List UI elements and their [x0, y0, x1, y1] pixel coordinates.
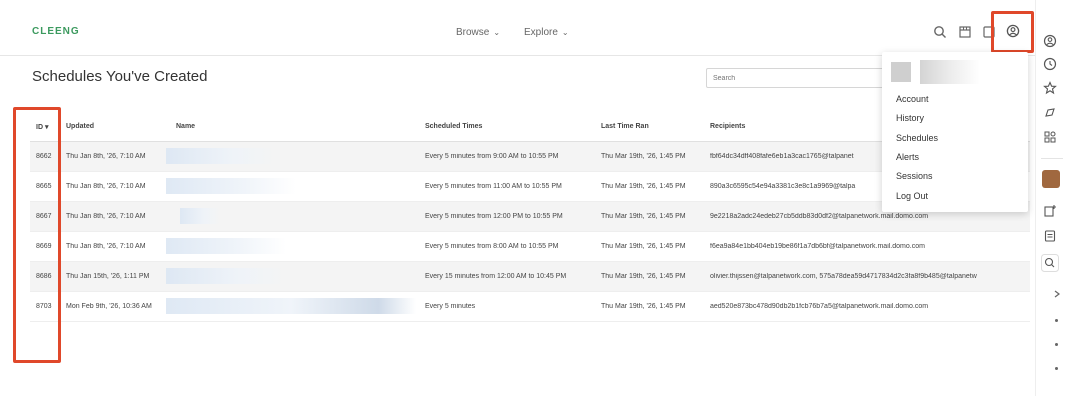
table-header: ID ▾ Updated Name Scheduled Times Last T… [30, 110, 1030, 142]
nav-explore[interactable]: Explore ⌄ [524, 27, 569, 38]
cell-updated: Mon Feb 9th, '26, 10:36 AM [66, 303, 152, 310]
cell-scheduled-times: Every 5 minutes from 12:00 PM to 10:55 P… [425, 213, 563, 220]
cell-scheduled-times: Every 5 minutes from 11:00 AM to 10:55 P… [425, 183, 562, 190]
star-icon[interactable] [1043, 81, 1057, 95]
cell-recipients: 9e2218a2adc24edeb27cb5ddb83d0df2@talpane… [710, 213, 929, 220]
cell-scheduled-times: Every 15 minutes from 12:00 AM to 10:45 … [425, 273, 567, 280]
top-bar: CLEENG Browse ⌄ Explore ⌄ [0, 0, 1035, 56]
column-header-scheduled-times[interactable]: Scheduled Times [425, 123, 482, 130]
menu-item-log-out[interactable]: Log Out [896, 191, 928, 201]
column-header-recipients[interactable]: Recipients [710, 123, 745, 130]
divider [1041, 158, 1063, 159]
cell-last-time-ran: Thu Mar 19th, '26, 1:45 PM [601, 303, 686, 310]
apps-icon[interactable] [1043, 130, 1057, 144]
menu-item-account[interactable]: Account [896, 94, 929, 104]
chevron-down-icon: ⌄ [493, 28, 501, 37]
cell-last-time-ran: Thu Mar 19th, '26, 1:45 PM [601, 153, 686, 160]
column-header-updated[interactable]: Updated [66, 123, 94, 130]
cell-recipients: f6ea9a84e1bb404eb19be86f1a7db6bf@talpane… [710, 243, 925, 250]
add-note-icon[interactable] [1043, 204, 1057, 218]
page-title: Schedules You've Created [32, 68, 208, 85]
clipboard-icon[interactable] [1043, 229, 1057, 243]
compass-icon[interactable] [1043, 106, 1057, 120]
dot [1055, 319, 1058, 322]
profile-dropdown-menu: Account History Schedules Alerts Session… [882, 52, 1028, 212]
cell-recipients: olivier.thijssen@talpanetwork.com, 575a7… [710, 273, 977, 280]
menu-item-schedules[interactable]: Schedules [896, 133, 938, 143]
table-row[interactable]: 8703 Mon Feb 9th, '26, 10:36 AM Every 5 … [30, 292, 1030, 322]
cell-last-time-ran: Thu Mar 19th, '26, 1:45 PM [601, 213, 686, 220]
chevron-down-icon: ⌄ [561, 28, 569, 37]
avatar [891, 62, 911, 82]
redacted-name [166, 238, 286, 254]
cell-recipients: fbf64dc34dff408fafe6eb1a3cac1765@talpane… [710, 153, 854, 160]
table-row[interactable]: 8669 Thu Jan 8th, '26, 7:10 AM Every 5 m… [30, 232, 1030, 262]
redacted-name [166, 178, 296, 194]
cell-last-time-ran: Thu Mar 19th, '26, 1:45 PM [601, 243, 686, 250]
logo[interactable]: CLEENG [32, 26, 80, 37]
table-row[interactable]: 8686 Thu Jan 15th, '26, 1:11 PM Every 15… [30, 262, 1030, 292]
search-icon[interactable] [1041, 254, 1059, 272]
dot [1055, 367, 1058, 370]
table-row[interactable]: 8667 Thu Jan 8th, '26, 7:10 AM Every 5 m… [30, 202, 1030, 232]
cell-last-time-ran: Thu Mar 19th, '26, 1:45 PM [601, 273, 686, 280]
cell-updated: Thu Jan 15th, '26, 1:11 PM [66, 273, 150, 280]
cell-last-time-ran: Thu Mar 19th, '26, 1:45 PM [601, 183, 686, 190]
avatar[interactable] [1042, 170, 1060, 188]
id-column-highlight-box [13, 107, 61, 363]
clock-icon[interactable] [1043, 57, 1057, 71]
menu-item-alerts[interactable]: Alerts [896, 152, 919, 162]
chevron-right-icon[interactable] [1052, 289, 1062, 299]
cell-recipients: 890a3c6595c54e94a3381c3e8c1a9969@talpa [710, 183, 856, 190]
dot [1055, 343, 1058, 346]
cell-updated: Thu Jan 8th, '26, 7:10 AM [66, 153, 146, 160]
table-row[interactable]: 8665 Thu Jan 8th, '26, 7:10 AM Every 5 m… [30, 172, 1030, 202]
search-icon[interactable] [933, 25, 947, 39]
menu-item-sessions[interactable]: Sessions [896, 171, 933, 181]
nav-browse[interactable]: Browse ⌄ [456, 27, 500, 38]
nav-explore-label: Explore [524, 27, 558, 38]
menu-item-history[interactable]: History [896, 113, 924, 123]
redacted-name [166, 148, 276, 164]
profile-highlight-box [991, 11, 1034, 53]
right-rail [1035, 0, 1077, 396]
nav-browse-label: Browse [456, 27, 490, 38]
redacted-name [166, 268, 286, 284]
column-header-name[interactable]: Name [176, 123, 195, 130]
cell-updated: Thu Jan 8th, '26, 7:10 AM [66, 213, 146, 220]
cell-scheduled-times: Every 5 minutes from 8:00 AM to 10:55 PM [425, 243, 559, 250]
cell-updated: Thu Jan 8th, '26, 7:10 AM [66, 183, 146, 190]
redacted-name [180, 208, 220, 224]
table-row[interactable]: 8662 Thu Jan 8th, '26, 7:10 AM Every 5 m… [30, 142, 1030, 172]
redacted-name [166, 298, 416, 314]
store-icon[interactable] [958, 25, 972, 39]
search-input[interactable] [706, 68, 886, 88]
redacted-user-name [920, 60, 980, 84]
column-header-last-time-ran[interactable]: Last Time Ran [601, 123, 649, 130]
user-circle-icon[interactable] [1043, 34, 1057, 48]
cell-scheduled-times: Every 5 minutes [425, 303, 476, 310]
cell-scheduled-times: Every 5 minutes from 9:00 AM to 10:55 PM [425, 153, 559, 160]
cell-updated: Thu Jan 8th, '26, 7:10 AM [66, 243, 146, 250]
cell-recipients: aed520e873bc478d90db2b1fcb76b7a5@talpane… [710, 303, 929, 310]
